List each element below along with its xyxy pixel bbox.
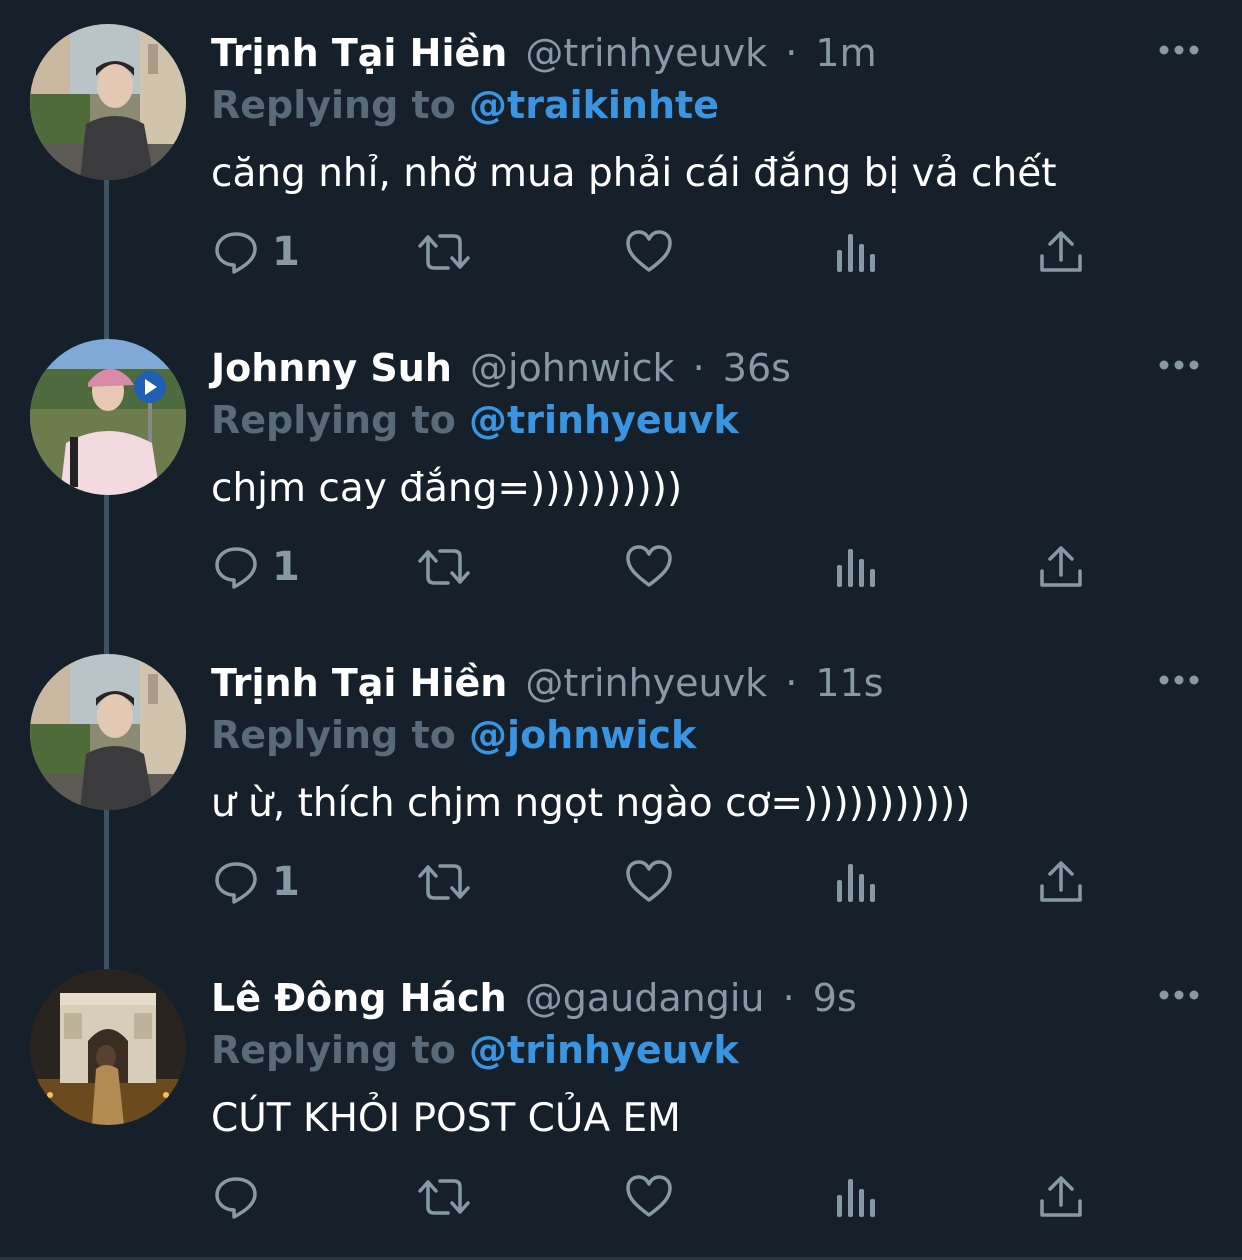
separator: ·: [782, 976, 795, 1020]
separator: ·: [692, 346, 705, 390]
avatar[interactable]: [30, 969, 186, 1125]
display-name[interactable]: Trịnh Tại Hiền: [211, 661, 507, 705]
action-bar: [0, 1157, 1242, 1237]
replying-label: Replying to: [211, 398, 456, 442]
more-icon[interactable]: [1158, 40, 1200, 60]
handle[interactable]: @trinhyeuvk: [525, 31, 767, 75]
handle[interactable]: @trinhyeuvk: [525, 661, 767, 705]
reply-count: 1: [272, 229, 300, 275]
like-button[interactable]: [624, 527, 674, 607]
avatar[interactable]: [30, 24, 186, 180]
action-bar: 1: [0, 527, 1242, 607]
tweet-header: Trịnh Tại Hiền @trinhyeuvk · 11s: [211, 658, 884, 708]
tweet-header: Lê Đông Hách @gaudangiu · 9s: [211, 973, 857, 1023]
reply-icon: [212, 228, 260, 276]
like-button[interactable]: [624, 842, 674, 922]
analytics-button[interactable]: [834, 1157, 878, 1237]
heart-icon: [624, 543, 674, 591]
retweet-button[interactable]: [416, 842, 472, 922]
tweet-text: CÚT KHỎI POST CỦA EM: [211, 1096, 681, 1141]
heart-icon: [624, 1173, 674, 1221]
reply-icon: [212, 1173, 260, 1221]
analytics-icon: [834, 543, 878, 591]
more-icon[interactable]: [1158, 670, 1200, 690]
like-button[interactable]: [624, 212, 674, 292]
replying-to: Replying to @johnwick: [211, 710, 696, 760]
display-name[interactable]: Johnny Suh: [211, 346, 452, 390]
analytics-icon: [834, 228, 878, 276]
separator: ·: [785, 31, 798, 75]
more-icon[interactable]: [1158, 355, 1200, 375]
reply-count: 1: [272, 859, 300, 905]
retweet-icon: [416, 1173, 472, 1221]
reply-count: 1: [272, 544, 300, 590]
handle[interactable]: @gaudangiu: [525, 976, 765, 1020]
share-icon: [1038, 228, 1084, 276]
tweet-text: căng nhỉ, nhỡ mua phải cái đắng bị vả ch…: [211, 151, 1057, 196]
retweet-icon: [416, 543, 472, 591]
analytics-button[interactable]: [834, 212, 878, 292]
retweet-button[interactable]: [416, 527, 472, 607]
share-button[interactable]: [1038, 1157, 1084, 1237]
timestamp[interactable]: 9s: [813, 976, 857, 1020]
replying-to: Replying to @trinhyeuvk: [211, 1025, 739, 1075]
replying-to-handle[interactable]: @trinhyeuvk: [469, 398, 739, 442]
reply-button[interactable]: 1: [212, 527, 300, 607]
action-bar: 1: [0, 842, 1242, 922]
replying-to-handle[interactable]: @trinhyeuvk: [469, 1028, 739, 1072]
like-button[interactable]: [624, 1157, 674, 1237]
tweet-header: Trịnh Tại Hiền @trinhyeuvk · 1m: [211, 28, 877, 78]
tweet-text: chjm cay đắng=)))))))))): [211, 466, 683, 511]
retweet-icon: [416, 228, 472, 276]
handle[interactable]: @johnwick: [470, 346, 675, 390]
analytics-icon: [834, 1173, 878, 1221]
tweet-header: Johnny Suh @johnwick · 36s: [211, 343, 791, 393]
replying-to-handle[interactable]: @johnwick: [469, 713, 696, 757]
replying-label: Replying to: [211, 1028, 456, 1072]
share-icon: [1038, 1173, 1084, 1221]
replying-label: Replying to: [211, 83, 456, 127]
tweet[interactable]: Lê Đông Hách @gaudangiu · 9s Replying to…: [0, 945, 1242, 1260]
reply-icon: [212, 858, 260, 906]
reply-button[interactable]: [212, 1157, 272, 1237]
share-button[interactable]: [1038, 212, 1084, 292]
heart-icon: [624, 228, 674, 276]
reply-button[interactable]: 1: [212, 212, 300, 292]
avatar[interactable]: [30, 339, 186, 495]
replying-to: Replying to @trinhyeuvk: [211, 395, 739, 445]
retweet-icon: [416, 858, 472, 906]
share-button[interactable]: [1038, 842, 1084, 922]
replying-to: Replying to @traikinhte: [211, 80, 719, 130]
share-button[interactable]: [1038, 527, 1084, 607]
analytics-button[interactable]: [834, 842, 878, 922]
share-icon: [1038, 543, 1084, 591]
action-bar: 1: [0, 212, 1242, 292]
heart-icon: [624, 858, 674, 906]
tweet[interactable]: Trịnh Tại Hiền @trinhyeuvk · 1m Replying…: [0, 0, 1242, 315]
tweet[interactable]: Trịnh Tại Hiền @trinhyeuvk · 11s Replyin…: [0, 630, 1242, 945]
timestamp[interactable]: 36s: [723, 346, 791, 390]
reply-button[interactable]: 1: [212, 842, 300, 922]
analytics-icon: [834, 858, 878, 906]
avatar[interactable]: [30, 654, 186, 810]
replying-label: Replying to: [211, 713, 456, 757]
separator: ·: [785, 661, 798, 705]
share-icon: [1038, 858, 1084, 906]
tweet-text: ư ừ, thích chjm ngọt ngào cơ=))))))))))): [211, 781, 971, 826]
display-name[interactable]: Lê Đông Hách: [211, 976, 507, 1020]
more-icon[interactable]: [1158, 985, 1200, 1005]
retweet-button[interactable]: [416, 212, 472, 292]
retweet-button[interactable]: [416, 1157, 472, 1237]
display-name[interactable]: Trịnh Tại Hiền: [211, 31, 507, 75]
tweet[interactable]: Johnny Suh @johnwick · 36s Replying to @…: [0, 315, 1242, 630]
reply-icon: [212, 543, 260, 591]
analytics-button[interactable]: [834, 527, 878, 607]
timestamp[interactable]: 1m: [815, 31, 876, 75]
replying-to-handle[interactable]: @traikinhte: [469, 83, 719, 127]
timestamp[interactable]: 11s: [815, 661, 883, 705]
